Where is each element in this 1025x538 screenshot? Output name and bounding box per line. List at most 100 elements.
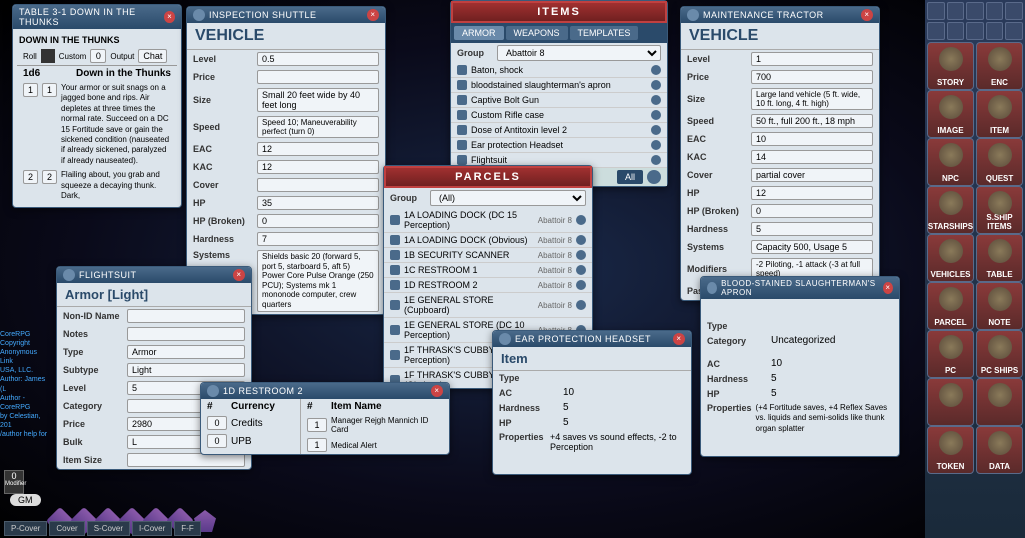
item-row[interactable]: Captive Bolt Gun	[451, 93, 667, 108]
link-icon[interactable]	[390, 250, 400, 260]
ear-window[interactable]: Ear protection Headset× Item Type AC10 H…	[492, 330, 692, 475]
sidebar-tool-1[interactable]	[927, 2, 945, 20]
item-row[interactable]: Dose of Antitoxin level 2	[451, 123, 667, 138]
link-icon[interactable]	[457, 80, 467, 90]
sidebar-data[interactable]: DATA	[976, 426, 1023, 474]
drag-icon[interactable]	[651, 125, 661, 135]
close-icon[interactable]: ×	[861, 9, 873, 21]
size-field[interactable]: Large land vehicle (5 ft. wide, 10 ft. l…	[751, 88, 873, 110]
sidebar-note[interactable]: NOTE	[976, 282, 1023, 330]
vehicle2-header[interactable]: MAINTENANCE TRACTOR×	[681, 7, 879, 23]
drag-icon[interactable]	[651, 110, 661, 120]
item1-name[interactable]: Manager Rejgh Mannich ID Card	[331, 416, 443, 434]
parcel-row[interactable]: 1A LOADING DOCK (DC 15 Perception)Abatto…	[384, 208, 592, 233]
roll-1a[interactable]: 1	[23, 83, 38, 97]
itemsize-field[interactable]	[127, 453, 245, 467]
type-field[interactable]: Armor	[127, 345, 245, 359]
item-row[interactable]: bloodstained slaughterman's apron	[451, 78, 667, 93]
sidebar-tool-10[interactable]	[1005, 22, 1023, 40]
restroom-header[interactable]: 1D RESTROOM 2×	[201, 383, 449, 399]
link-icon[interactable]	[457, 95, 467, 105]
sidebar-table[interactable]: TABLE	[976, 234, 1023, 282]
size-field[interactable]: Small 20 feet wide by 40 feet long	[257, 88, 379, 112]
kac-field[interactable]: 14	[751, 150, 873, 164]
drag-icon[interactable]	[651, 140, 661, 150]
item-row[interactable]: Custom Rifle case	[451, 108, 667, 123]
vehicle1-header[interactable]: INSPECTION SHUTTLE×	[187, 7, 385, 23]
close-icon[interactable]: ×	[233, 269, 245, 281]
close-icon[interactable]: ×	[367, 9, 379, 21]
table-window[interactable]: TABLE 3-1 DOWN IN THE THUNKS× DOWN IN TH…	[12, 4, 182, 208]
credit-line[interactable]: CoreRPG	[0, 330, 50, 339]
credits-count[interactable]: 0	[207, 416, 227, 430]
cover-field[interactable]: partial cover	[751, 168, 873, 182]
hp-field[interactable]: 35	[257, 196, 379, 210]
hardness-field[interactable]: 5	[751, 222, 873, 236]
link-icon[interactable]	[457, 155, 467, 165]
credit-line[interactable]: by Celestian, 201	[0, 412, 50, 430]
drag-icon[interactable]	[651, 65, 661, 75]
sidebar-tool-4[interactable]	[986, 2, 1004, 20]
roll-2a[interactable]: 2	[23, 170, 38, 184]
eac-field[interactable]: 12	[257, 142, 379, 156]
link-icon[interactable]	[457, 125, 467, 135]
tab-weapons[interactable]: WEAPONS	[506, 26, 568, 40]
hp-field[interactable]: 12	[751, 186, 873, 200]
roll-1b[interactable]: 1	[42, 83, 57, 97]
link-icon[interactable]	[390, 325, 400, 335]
drag-icon[interactable]	[651, 95, 661, 105]
close-icon[interactable]: ×	[431, 385, 443, 397]
eac-field[interactable]: 10	[751, 132, 873, 146]
link-icon[interactable]	[390, 265, 400, 275]
link-icon[interactable]	[390, 280, 400, 290]
link-icon[interactable]	[390, 235, 400, 245]
group-select[interactable]: Abattoir 8	[497, 45, 661, 61]
link-icon[interactable]	[390, 350, 400, 360]
sidebar-starships[interactable]: STARSHIPS	[927, 186, 974, 234]
ear-header[interactable]: Ear protection Headset×	[493, 331, 691, 347]
speed-field[interactable]: Speed 10; Maneuverability perfect (turn …	[257, 116, 379, 138]
parcel-row[interactable]: 1E GENERAL STORE (Cupboard)Abattoir 8	[384, 293, 592, 318]
items-window[interactable]: ITEMS ARMOR WEAPONS TEMPLATES GroupAbatt…	[450, 0, 668, 187]
price-field[interactable]	[257, 70, 379, 84]
link-icon[interactable]	[457, 140, 467, 150]
drag-icon[interactable]	[576, 250, 586, 260]
vehicle2-window[interactable]: MAINTENANCE TRACTOR× VEHICLE Level1 Pric…	[680, 6, 880, 301]
drag-icon[interactable]	[576, 280, 586, 290]
kac-field[interactable]: 12	[257, 160, 379, 174]
sidebar-vehicles[interactable]: VEHICLES	[927, 234, 974, 282]
item2-name[interactable]: Medical Alert	[331, 441, 377, 450]
systems-field[interactable]: Shields basic 20 (forward 5, port 5, sta…	[257, 250, 379, 312]
item1-count[interactable]: 1	[307, 418, 327, 432]
item-row[interactable]: Ear protection Headset	[451, 138, 667, 153]
sidebar-empty[interactable]	[927, 378, 974, 426]
link-icon[interactable]	[390, 300, 400, 310]
parcel-row[interactable]: 1A LOADING DOCK (Obvious)Abattoir 8	[384, 233, 592, 248]
sidebar-empty[interactable]	[976, 378, 1023, 426]
sidebar-tool-2[interactable]	[947, 2, 965, 20]
credit-line[interactable]: USA, LLC.	[0, 366, 50, 375]
search-icon[interactable]	[647, 170, 661, 184]
upb-count[interactable]: 0	[207, 434, 227, 448]
sidebar-image[interactable]: IMAGE	[927, 90, 974, 138]
level-field[interactable]: 1	[751, 52, 873, 66]
credit-line[interactable]: Anonymous Link	[0, 348, 50, 366]
parcel-row[interactable]: 1D RESTROOM 2Abattoir 8	[384, 278, 592, 293]
output-button[interactable]: Chat	[138, 49, 167, 63]
credit-line[interactable]: Author - CoreRPG	[0, 394, 50, 412]
apron-window[interactable]: blood-stained slaughterman's apron× Type…	[700, 276, 900, 457]
sidebar-token[interactable]: TOKEN	[927, 426, 974, 474]
link-icon[interactable]	[457, 110, 467, 120]
table-header[interactable]: TABLE 3-1 DOWN IN THE THUNKS×	[13, 5, 181, 29]
roll-2b[interactable]: 2	[42, 170, 57, 184]
link-icon[interactable]	[457, 65, 467, 75]
drag-icon[interactable]	[576, 235, 586, 245]
sidebar-npc[interactable]: NPC	[927, 138, 974, 186]
drag-icon[interactable]	[576, 300, 586, 310]
credit-line[interactable]: /author help for	[0, 430, 50, 439]
tab-armor[interactable]: ARMOR	[454, 26, 504, 40]
close-icon[interactable]: ×	[883, 282, 893, 294]
modifier-box[interactable]: 0Modifier	[4, 470, 24, 494]
roll-button[interactable]	[41, 49, 55, 63]
credit-line[interactable]: Copyright	[0, 339, 50, 348]
